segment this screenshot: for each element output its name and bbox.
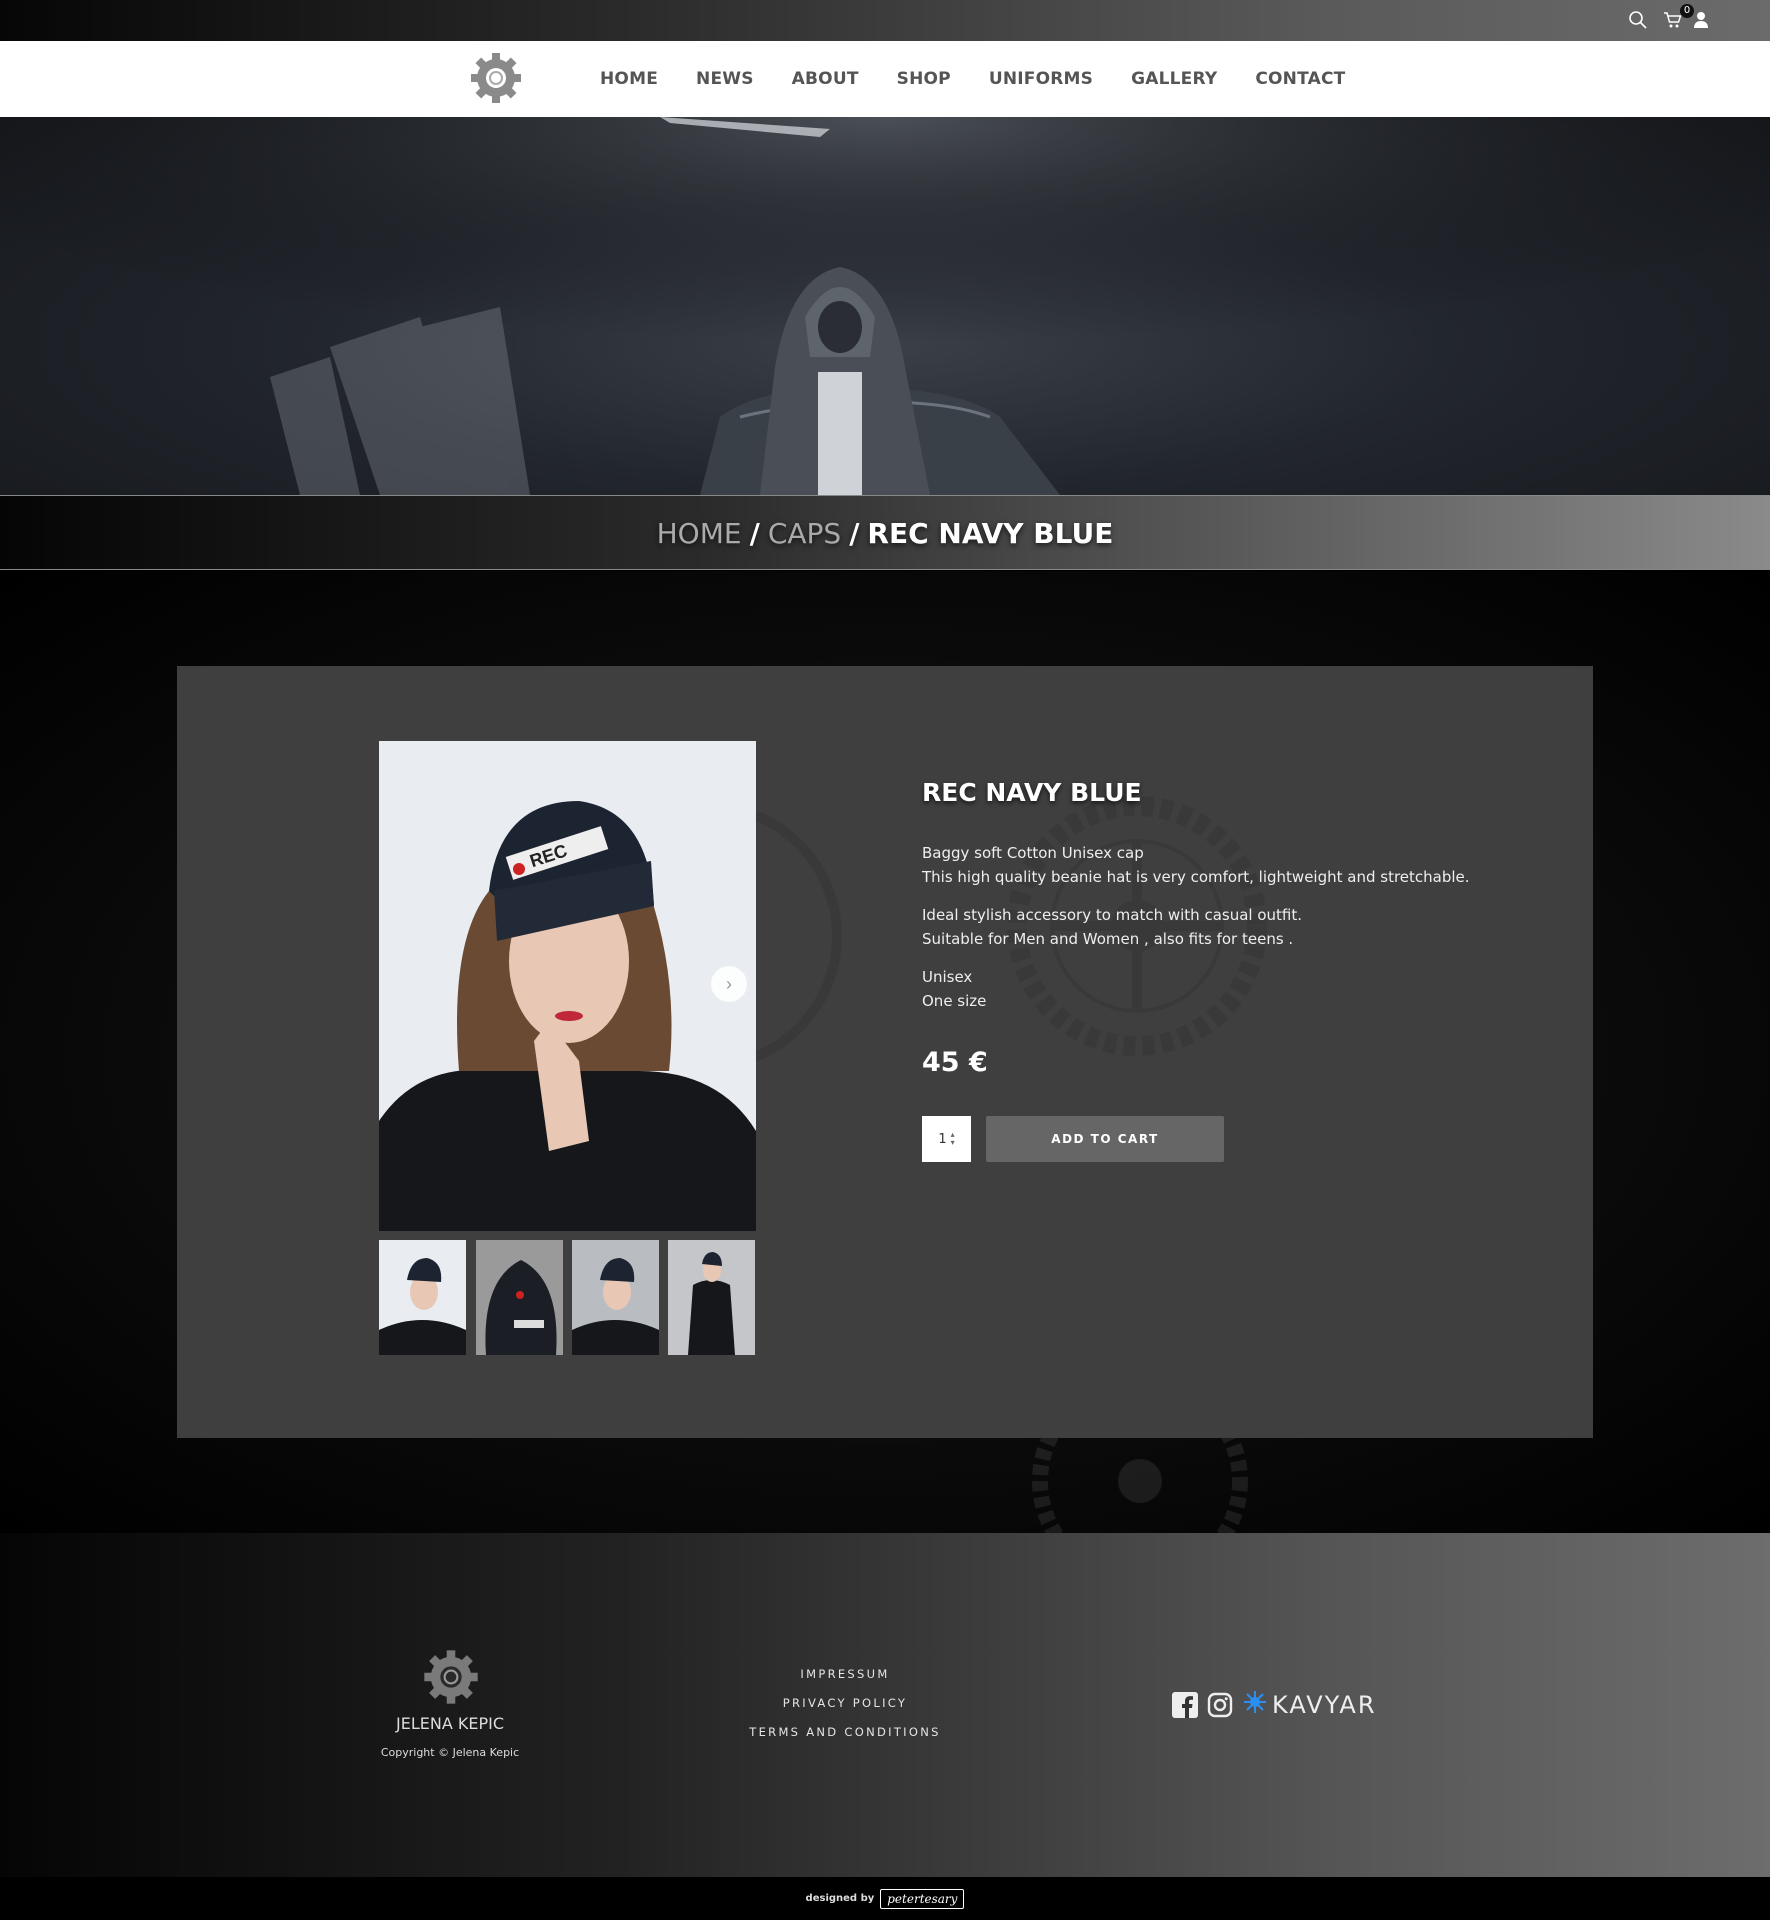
- nav-item-about[interactable]: ABOUT: [792, 69, 859, 89]
- breadcrumb-separator: /: [849, 517, 860, 550]
- designer-credit[interactable]: designed by petertesary: [0, 1877, 1770, 1920]
- footer-link-terms[interactable]: TERMS AND CONDITIONS: [695, 1725, 995, 1739]
- product-description-line: Suitable for Men and Women , also fits f…: [922, 930, 1294, 948]
- breadcrumb-caps[interactable]: CAPS: [768, 517, 841, 550]
- gear-logo-icon[interactable]: [466, 48, 526, 108]
- nav-item-gallery[interactable]: GALLERY: [1131, 69, 1217, 89]
- breadcrumb-bar: HOME / CAPS / REC NAVY BLUE: [0, 495, 1770, 570]
- footer-link-impressum[interactable]: IMPRESSUM: [695, 1667, 995, 1681]
- product-title: REC NAVY BLUE: [922, 778, 1142, 807]
- product-description-line: Baggy soft Cotton Unisex cap: [922, 844, 1144, 862]
- breadcrumb: HOME / CAPS / REC NAVY BLUE: [0, 496, 1770, 571]
- gallery-next-button[interactable]: ›: [711, 966, 747, 1002]
- footer-copyright: Copyright © Jelena Kepic: [380, 1746, 520, 1759]
- add-to-cart-button[interactable]: ADD TO CART: [986, 1116, 1224, 1162]
- kavyar-link[interactable]: KAVYAR: [1242, 1689, 1377, 1720]
- instagram-icon[interactable]: [1207, 1692, 1233, 1718]
- thumbnail-3[interactable]: [572, 1240, 659, 1355]
- quantity-stepper[interactable]: 1 ▴ ▾: [922, 1116, 971, 1162]
- nav-item-contact[interactable]: CONTACT: [1255, 69, 1345, 89]
- kavyar-text: KAVYAR: [1272, 1690, 1377, 1719]
- hero-banner-image: [0, 117, 1770, 495]
- breadcrumb-separator: /: [749, 517, 760, 550]
- footer-gear-logo-icon: [419, 1645, 483, 1709]
- footer-brand-name: JELENA KEPIC: [396, 1714, 504, 1733]
- product-description-line: One size: [922, 992, 987, 1010]
- product-description-line: Unisex: [922, 968, 973, 986]
- user-icon[interactable]: [1690, 9, 1712, 31]
- product-description-line: Ideal stylish accessory to match with ca…: [922, 906, 1303, 924]
- thumbnail-1[interactable]: [379, 1240, 466, 1355]
- quantity-value: 1: [938, 1131, 947, 1147]
- breadcrumb-current: REC NAVY BLUE: [867, 517, 1114, 550]
- main-navigation: HOME NEWS ABOUT SHOP UNIFORMS GALLERY CO…: [0, 41, 1770, 117]
- stepper-arrows-icon[interactable]: ▴ ▾: [951, 1131, 955, 1147]
- designed-by-label: designed by: [805, 1893, 875, 1904]
- breadcrumb-home[interactable]: HOME: [657, 517, 742, 550]
- product-main-image[interactable]: REC: [379, 741, 756, 1231]
- nav-item-shop[interactable]: SHOP: [897, 69, 951, 89]
- thumbnail-4[interactable]: [668, 1240, 755, 1355]
- nav-item-uniforms[interactable]: UNIFORMS: [989, 69, 1093, 89]
- nav-item-home[interactable]: HOME: [600, 69, 658, 89]
- product-description-line: This high quality beanie hat is very com…: [922, 868, 1470, 886]
- top-utility-bar: 0: [0, 0, 1770, 41]
- facebook-icon[interactable]: [1172, 1692, 1198, 1718]
- designer-credit-bar: designed by petertesary: [0, 1877, 1770, 1920]
- kavyar-logo-icon: [1242, 1689, 1268, 1720]
- nav-item-news[interactable]: NEWS: [696, 69, 754, 89]
- search-icon[interactable]: [1627, 9, 1649, 31]
- designer-signature: petertesary: [880, 1888, 965, 1909]
- thumbnail-2[interactable]: [476, 1240, 563, 1355]
- product-price: 45 €: [922, 1047, 988, 1078]
- chevron-right-icon: ›: [726, 973, 732, 994]
- nav-menu: HOME NEWS ABOUT SHOP UNIFORMS GALLERY CO…: [600, 41, 1383, 117]
- footer-link-privacy-policy[interactable]: PRIVACY POLICY: [695, 1696, 995, 1710]
